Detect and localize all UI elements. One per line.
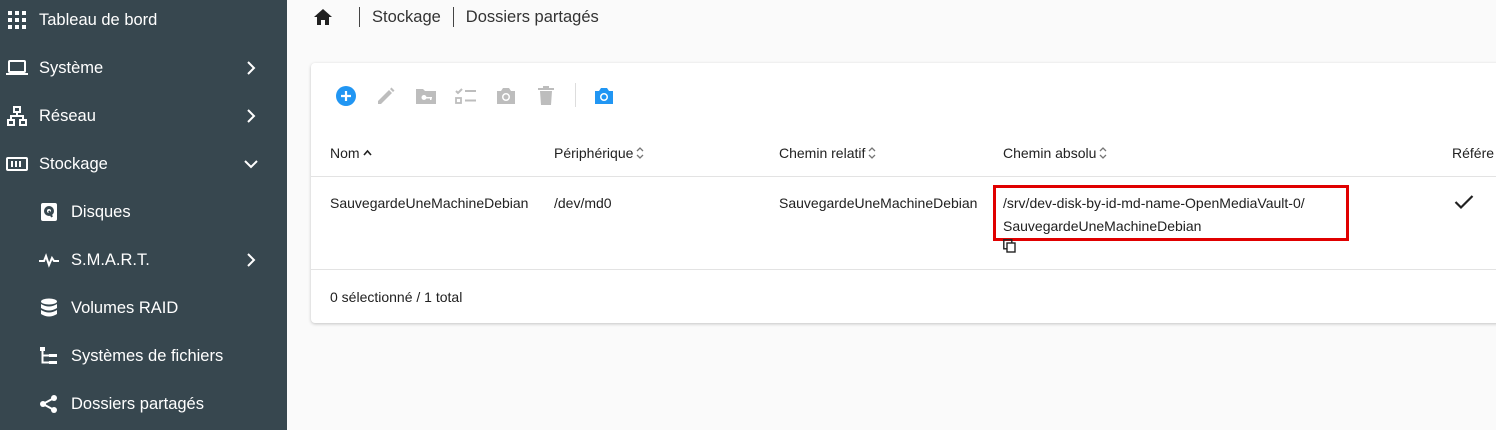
sidebar-item-network[interactable]: Réseau [0,92,287,140]
disk-icon [38,201,60,223]
shared-folders-card: Nom Périphérique Chemin relatif Chemin a… [311,63,1496,323]
column-header-absolute-path[interactable]: Chemin absolu [1003,145,1107,161]
sidebar-item-system[interactable]: Système [0,44,287,92]
sort-icon [636,147,644,159]
column-header-device[interactable]: Périphérique [554,145,644,161]
breadcrumb-item-storage[interactable]: Stockage [372,8,441,27]
chevron-right-icon [240,249,262,271]
sidebar: Tableau de bord Système Réseau Stockage [0,0,287,430]
network-icon [6,105,28,127]
sidebar-item-label: Stockage [39,154,108,173]
laptop-icon [6,57,28,79]
breadcrumb: Stockage Dossiers partagés [312,0,599,34]
home-icon[interactable] [312,6,334,28]
sidebar-item-label: Tableau de bord [39,10,158,29]
cell-relative-path: SauvegardeUneMachineDebian [779,195,978,211]
sidebar-item-disks[interactable]: Disques [0,188,287,236]
sidebar-item-raid[interactable]: Volumes RAID [0,284,287,332]
grid-icon [6,9,28,31]
sidebar-item-filesystems[interactable]: Systèmes de fichiers [0,332,287,380]
column-header-relative-path[interactable]: Chemin relatif [779,145,876,161]
column-header-label: Chemin relatif [779,145,866,161]
storage-icon [6,153,28,175]
toolbar-divider [575,83,576,107]
sidebar-item-shared-folders[interactable]: Dossiers partagés [0,380,287,428]
snapshots-view-button[interactable] [592,84,616,108]
sidebar-item-label: Systèmes de fichiers [71,346,224,365]
file-tree-icon [38,345,60,367]
privileges-button[interactable] [414,84,438,108]
trash-icon [538,86,554,105]
column-header-label: Chemin absolu [1003,145,1097,161]
check-icon [1454,194,1474,215]
sidebar-item-smart[interactable]: S.M.A.R.T. [0,236,287,284]
highlight-box [993,185,1349,241]
chevron-down-icon [240,153,262,175]
sidebar-item-storage[interactable]: Stockage [0,140,287,188]
pencil-icon [378,87,395,104]
breadcrumb-separator [452,7,454,27]
header-divider [311,176,1496,177]
column-header-referenced[interactable]: Référe [1452,145,1494,161]
selection-summary: 0 sélectionné / 1 total [330,289,463,305]
breadcrumb-item-shared-folders: Dossiers partagés [465,7,599,26]
breadcrumb-separator [359,7,360,27]
row-divider [311,269,1496,270]
cell-name: SauvegardeUneMachineDebian [330,195,529,211]
database-icon [38,297,60,319]
sidebar-item-label: Système [39,58,104,77]
column-header-label: Périphérique [554,145,634,161]
add-button[interactable] [334,84,358,108]
column-header-name[interactable]: Nom [330,145,372,161]
sidebar-item-label: Dossiers partagés [71,394,204,413]
chevron-right-icon [240,57,262,79]
sidebar-item-label: Réseau [39,106,96,125]
add-circle-icon [336,86,356,106]
sidebar-item-dashboard[interactable]: Tableau de bord [0,0,287,44]
column-header-label: Référe [1452,145,1495,161]
folder-key-icon [416,89,436,104]
camera-icon [497,88,515,104]
sort-icon [1099,147,1107,159]
checklist-icon [455,88,476,104]
sidebar-item-label: S.M.A.R.T. [71,250,150,269]
sidebar-item-label: Disques [71,202,131,221]
delete-button[interactable] [534,84,558,108]
snapshot-button[interactable] [494,84,518,108]
sidebar-item-label: Volumes RAID [71,298,179,317]
toolbar [311,63,1496,127]
column-header-label: Nom [330,145,360,161]
cell-device: /dev/md0 [554,195,612,211]
sort-icon [868,147,876,159]
pulse-icon [38,249,60,271]
copy-icon[interactable] [1003,239,1017,255]
share-icon [38,393,60,415]
edit-button[interactable] [374,84,398,108]
chevron-right-icon [240,105,262,127]
acl-button[interactable] [454,84,478,108]
camera-icon [595,88,613,104]
sort-asc-icon [362,149,372,157]
